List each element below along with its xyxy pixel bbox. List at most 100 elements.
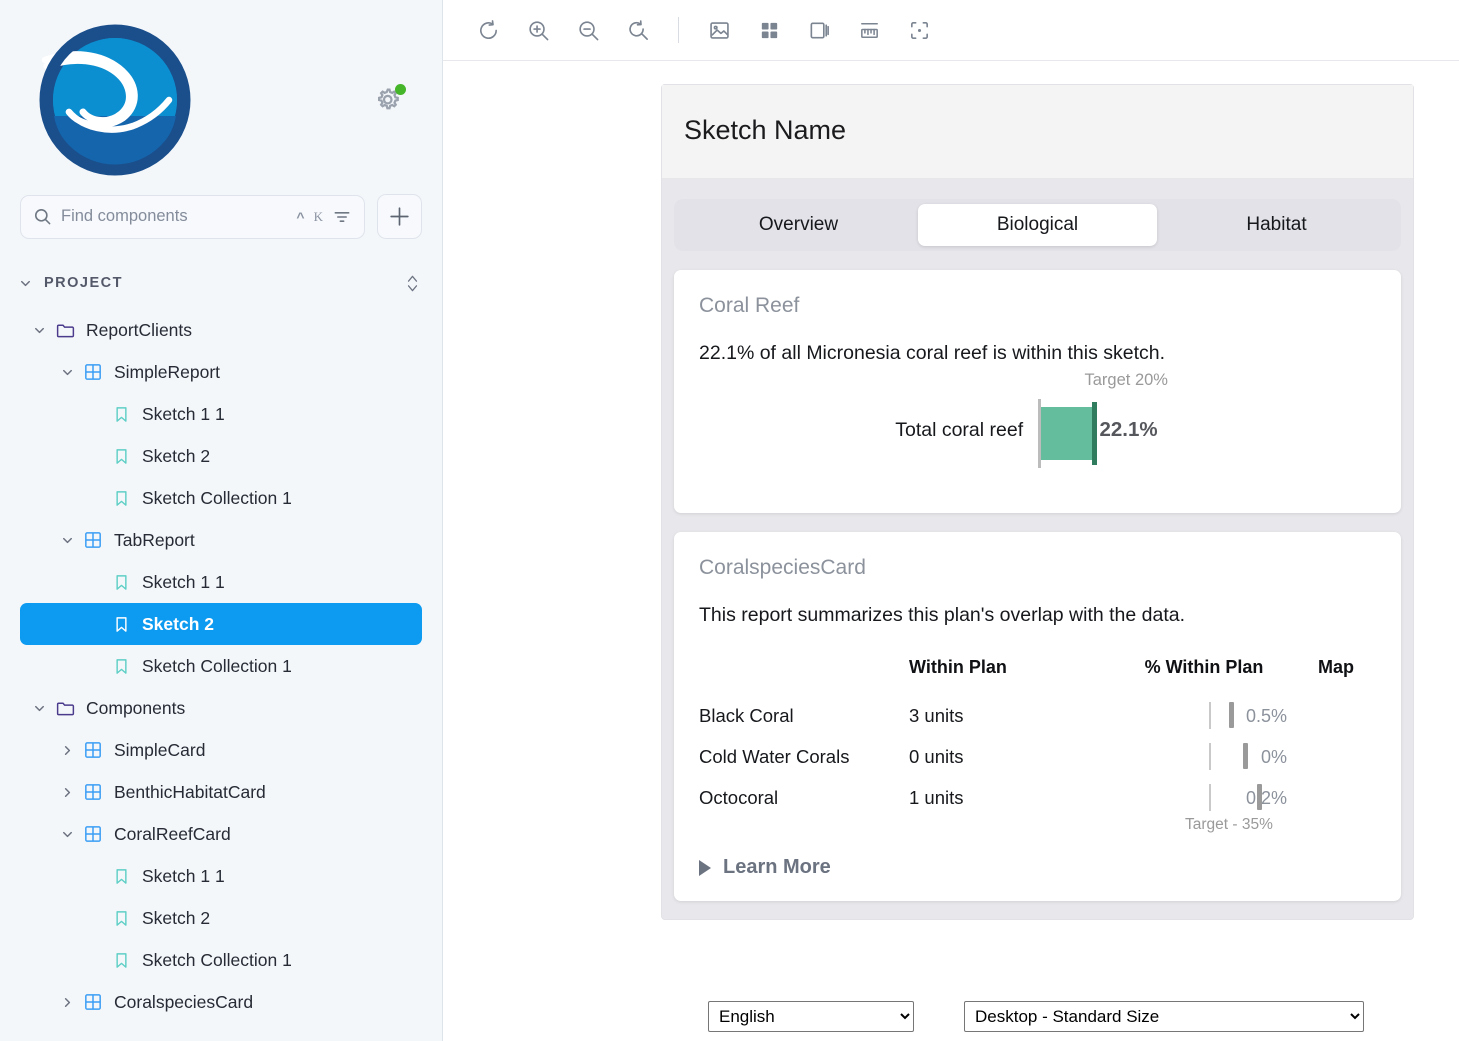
tree-item-label: Sketch 2 <box>142 613 214 634</box>
tab-overview[interactable]: Overview <box>679 204 918 246</box>
ruler-icon[interactable] <box>844 8 894 52</box>
chevron-right-icon[interactable] <box>54 995 80 1010</box>
toolbar <box>443 0 1459 61</box>
search-shortcut-hint: ^ K <box>296 209 323 225</box>
project-section-header[interactable]: PROJECT <box>0 261 442 305</box>
col-header-within-plan: Within Plan <box>909 657 1007 677</box>
tree-item-simplecard[interactable]: SimpleCard <box>20 729 422 771</box>
coral-reef-card: Coral Reef 22.1% of all Micronesia coral… <box>674 270 1401 513</box>
preview-footer-controls: English Desktop - Standard Size <box>708 1001 1364 1032</box>
bookmark-icon <box>108 867 134 886</box>
tree-item-label: SimpleCard <box>114 739 206 760</box>
bookmark-icon <box>108 657 134 676</box>
learn-more-toggle[interactable]: Learn More <box>699 856 1376 879</box>
coral-species-summary: This report summarizes this plan's overl… <box>699 604 1186 626</box>
tree-item-coralspeciescard[interactable]: CoralspeciesCard <box>20 981 422 1023</box>
cell-species-name: Cold Water Corals <box>699 745 850 767</box>
tree-item-label: BenthicHabitatCard <box>114 781 266 802</box>
shortcut-key: K <box>313 208 323 224</box>
mini-axis-line <box>1209 742 1211 770</box>
tree-item-label: Sketch Collection 1 <box>142 487 292 508</box>
coral-reef-card-title: Coral Reef <box>699 294 800 317</box>
chevron-down-icon[interactable] <box>54 533 80 548</box>
tree-item-reportclients[interactable]: ReportClients <box>20 309 422 351</box>
logo-area <box>0 0 442 196</box>
tree-item-sketch-1-1[interactable]: Sketch 1 1 <box>20 393 422 435</box>
zoom-in-icon[interactable] <box>513 8 563 52</box>
tab-biological[interactable]: Biological <box>918 204 1157 246</box>
sidebar: ^ K PROJECT <box>0 0 443 1041</box>
tree-item-label: TabReport <box>114 529 195 550</box>
triangle-right-icon <box>699 859 711 876</box>
chevron-down-icon[interactable] <box>54 365 80 380</box>
mini-bar-chart <box>1203 698 1303 734</box>
selection-icon[interactable] <box>894 8 944 52</box>
chevron-right-icon[interactable] <box>54 743 80 758</box>
tree-item-label: ReportClients <box>86 319 193 340</box>
seasketch-wave-logo <box>39 24 191 176</box>
plus-icon <box>390 207 409 226</box>
tree-item-sketch-2[interactable]: Sketch 2 <box>20 603 422 645</box>
report-tabbar: Overview Biological Habitat <box>674 199 1401 251</box>
bookmark-icon <box>108 573 134 592</box>
settings-status-dot <box>395 84 406 95</box>
bookmark-icon <box>108 615 134 634</box>
chevron-down-icon[interactable] <box>26 701 52 716</box>
cell-within-plan: 0 units <box>909 745 964 767</box>
tree-item-sketch-2[interactable]: Sketch 2 <box>20 897 422 939</box>
tree-item-coralreefcard[interactable]: CoralReefCard <box>20 813 422 855</box>
table-row: Cold Water Corals 0 units 0% <box>699 736 1376 777</box>
tree-item-label: Sketch 1 1 <box>142 403 225 424</box>
cell-species-name: Octocoral <box>699 786 779 808</box>
col-header-pct-within-plan: % Within Plan <box>1144 657 1264 677</box>
sketch-name-title: Sketch Name <box>684 115 847 145</box>
zoom-reset-icon[interactable] <box>613 8 663 52</box>
table-row: Black Coral 3 units 0.5% <box>699 695 1376 736</box>
table-body: Black Coral 3 units 0.5% Cold Water Corals 0… <box>699 695 1376 818</box>
chevron-right-icon[interactable] <box>54 785 80 800</box>
component-icon <box>80 362 106 382</box>
tree-item-label: Sketch Collection 1 <box>142 655 292 676</box>
tree-item-sketch-collection-1[interactable]: Sketch Collection 1 <box>20 645 422 687</box>
search-input[interactable] <box>61 207 288 226</box>
chevron-down-icon[interactable] <box>26 323 52 338</box>
tree-item-label: CoralspeciesCard <box>114 991 254 1012</box>
cell-within-plan: 1 units <box>909 786 964 808</box>
tree-item-label: Sketch 2 <box>142 445 211 466</box>
tree-item-sketch-2[interactable]: Sketch 2 <box>20 435 422 477</box>
sort-updown-icon[interactable] <box>403 271 422 296</box>
preview-canvas: Sketch Name Overview Biological Habitat Co… <box>443 61 1459 1041</box>
image-icon[interactable] <box>694 8 744 52</box>
tree-item-sketch-collection-1[interactable]: Sketch Collection 1 <box>20 939 422 981</box>
refresh-icon[interactable] <box>463 8 513 52</box>
tree-item-sketch-1-1[interactable]: Sketch 1 1 <box>20 855 422 897</box>
tree-item-components[interactable]: Components <box>20 687 422 729</box>
component-tree: ReportClients SimpleReport Sketch 1 1 Sketc… <box>0 309 442 1041</box>
coral-reef-bar-chart: Total coral reef Target 20% 22.1% <box>699 371 1376 491</box>
project-title: PROJECT <box>44 275 123 291</box>
viewport-size-select[interactable]: Desktop - Standard Size <box>964 1001 1364 1032</box>
tree-item-simplereport[interactable]: SimpleReport <box>20 351 422 393</box>
mini-bar-chart <box>1203 739 1303 775</box>
add-component-button[interactable] <box>377 194 422 239</box>
tree-item-sketch-collection-1[interactable]: Sketch Collection 1 <box>20 477 422 519</box>
bookmark-icon <box>108 951 134 970</box>
layers-icon[interactable] <box>794 8 844 52</box>
tree-item-benthichabitatcard[interactable]: BenthicHabitatCard <box>20 771 422 813</box>
tree-item-label: Sketch 2 <box>142 907 211 928</box>
coral-species-card: CoralspeciesCard This report summarizes … <box>674 532 1401 901</box>
language-select[interactable]: English <box>708 1001 914 1032</box>
search-icon <box>34 208 51 225</box>
grid-icon[interactable] <box>744 8 794 52</box>
tab-habitat[interactable]: Habitat <box>1157 204 1396 246</box>
tree-item-tabreport[interactable]: TabReport <box>20 519 422 561</box>
search-box[interactable]: ^ K <box>20 194 365 239</box>
filter-icon[interactable] <box>332 207 352 227</box>
table-header-row: Within Plan % Within Plan Map <box>699 657 1376 695</box>
folder-icon <box>52 320 78 341</box>
chevron-down-icon[interactable] <box>54 827 80 842</box>
zoom-out-icon[interactable] <box>563 8 613 52</box>
search-row: ^ K <box>0 194 442 239</box>
tree-item-label: SimpleReport <box>114 361 221 382</box>
tree-item-sketch-1-1[interactable]: Sketch 1 1 <box>20 561 422 603</box>
